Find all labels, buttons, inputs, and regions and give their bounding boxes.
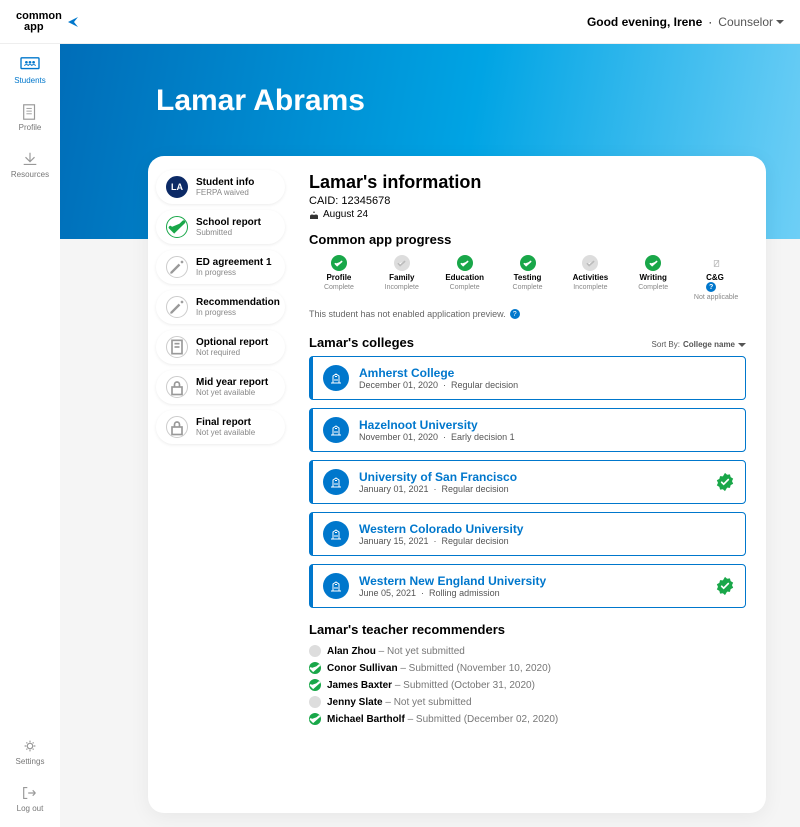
submitted-icon (309, 713, 321, 725)
tab-student-info[interactable]: LA Student info FERPA waived (156, 170, 285, 204)
greeting-text: Good evening, Irene (587, 15, 702, 29)
sort-by[interactable]: Sort By: College name (652, 340, 746, 349)
nav-students[interactable]: Students (14, 56, 46, 85)
students-icon (19, 56, 41, 74)
verified-badge-icon (715, 576, 735, 596)
cake-icon (309, 210, 319, 220)
college-icon (323, 365, 349, 391)
tab-mid-year-report[interactable]: Mid year report Not yet available (156, 370, 285, 404)
step-incomplete-icon (394, 255, 410, 271)
colleges-heading: Lamar's colleges (309, 335, 414, 350)
verified-badge-icon (715, 472, 735, 492)
resources-icon (19, 150, 41, 168)
help-icon[interactable]: ? (706, 282, 716, 292)
recommender-row: Michael Bartholf – Submitted (December 0… (309, 713, 746, 725)
progress-heading: Common app progress (309, 232, 746, 247)
logo-line2: app (24, 22, 62, 33)
sidebar: Students Profile Resources Settings Log … (0, 44, 60, 827)
caid: CAID: 12345678 (309, 195, 746, 207)
college-icon (323, 521, 349, 547)
pending-icon (309, 696, 321, 708)
submitted-icon (309, 662, 321, 674)
college-icon (323, 469, 349, 495)
college-card[interactable]: Western Colorado University January 15, … (309, 512, 746, 556)
tab-ed-agreement-1[interactable]: ED agreement 1 In progress (156, 250, 285, 284)
logo-mark-icon (66, 14, 82, 30)
college-card[interactable]: Western New England University June 05, … (309, 564, 746, 608)
nav-resources[interactable]: Resources (11, 150, 49, 179)
recommender-row: Jenny Slate – Not yet submitted (309, 696, 746, 708)
tab-recommendation[interactable]: Recommendation In progress (156, 290, 285, 324)
college-name: Hazelnoot University (359, 418, 735, 432)
role-menu[interactable]: Counselor (718, 15, 784, 29)
college-card[interactable]: Amherst College December 01, 2020 · Regu… (309, 356, 746, 400)
student-name: Lamar Abrams (156, 84, 800, 118)
nav-settings[interactable]: Settings (16, 737, 45, 766)
student-card: LA Student info FERPA waived School repo… (148, 156, 766, 813)
info-title: Lamar's information (309, 172, 746, 193)
college-name: Western Colorado University (359, 522, 735, 536)
progress-step: Testing Complete (498, 255, 558, 301)
help-icon[interactable]: ? (510, 309, 520, 319)
content-pane: Lamar's information CAID: 12345678 Augus… (293, 156, 766, 813)
progress-step: Activities Incomplete (560, 255, 620, 301)
recommenders-heading: Lamar's teacher recommenders (309, 622, 746, 637)
progress-step: Profile Complete (309, 255, 369, 301)
college-icon (323, 417, 349, 443)
profile-icon (19, 103, 41, 121)
chevron-down-icon (776, 20, 784, 24)
progress-step: Education Complete (435, 255, 495, 301)
chevron-down-icon (738, 343, 746, 347)
greeting: Good evening, Irene · Counselor (587, 15, 784, 29)
progress-step: C&G ? Not applicable (686, 255, 746, 301)
step-incomplete-icon (582, 255, 598, 271)
tab-optional-report[interactable]: Optional report Not required (156, 330, 285, 364)
recommender-list: Alan Zhou – Not yet submitted Conor Sull… (309, 645, 746, 725)
recommender-row: James Baxter – Submitted (October 31, 20… (309, 679, 746, 691)
logo-line1: common (16, 10, 62, 22)
step-complete-icon (331, 255, 347, 271)
progress-step: Family Incomplete (372, 255, 432, 301)
college-name: University of San Francisco (359, 470, 705, 484)
logout-icon (19, 784, 41, 802)
preview-note: This student has not enabled application… (309, 309, 746, 319)
recommender-row: Alan Zhou – Not yet submitted (309, 645, 746, 657)
logo[interactable]: common app (16, 11, 82, 33)
college-name: Amherst College (359, 366, 735, 380)
progress-steps: Profile Complete Family Incomplete Educa… (309, 255, 746, 301)
step-complete-icon (520, 255, 536, 271)
college-card[interactable]: University of San Francisco January 01, … (309, 460, 746, 504)
dob: August 24 (309, 209, 746, 220)
college-card[interactable]: Hazelnoot University November 01, 2020 ·… (309, 408, 746, 452)
tab-school-report[interactable]: School report Submitted (156, 210, 285, 244)
tab-list: LA Student info FERPA waived School repo… (148, 156, 293, 813)
college-icon (323, 573, 349, 599)
tab-final-report[interactable]: Final report Not yet available (156, 410, 285, 444)
progress-step: Writing Complete (623, 255, 683, 301)
step-complete-icon (645, 255, 661, 271)
nav-logout[interactable]: Log out (17, 784, 44, 813)
nav-profile[interactable]: Profile (19, 103, 42, 132)
pending-icon (309, 645, 321, 657)
topbar: common app Good evening, Irene · Counsel… (0, 0, 800, 44)
college-name: Western New England University (359, 574, 705, 588)
submitted-icon (309, 679, 321, 691)
step-complete-icon (457, 255, 473, 271)
college-list: Amherst College December 01, 2020 · Regu… (309, 356, 746, 608)
gear-icon (19, 737, 41, 755)
step-na-icon (708, 255, 724, 271)
recommender-row: Conor Sullivan – Submitted (November 10,… (309, 662, 746, 674)
